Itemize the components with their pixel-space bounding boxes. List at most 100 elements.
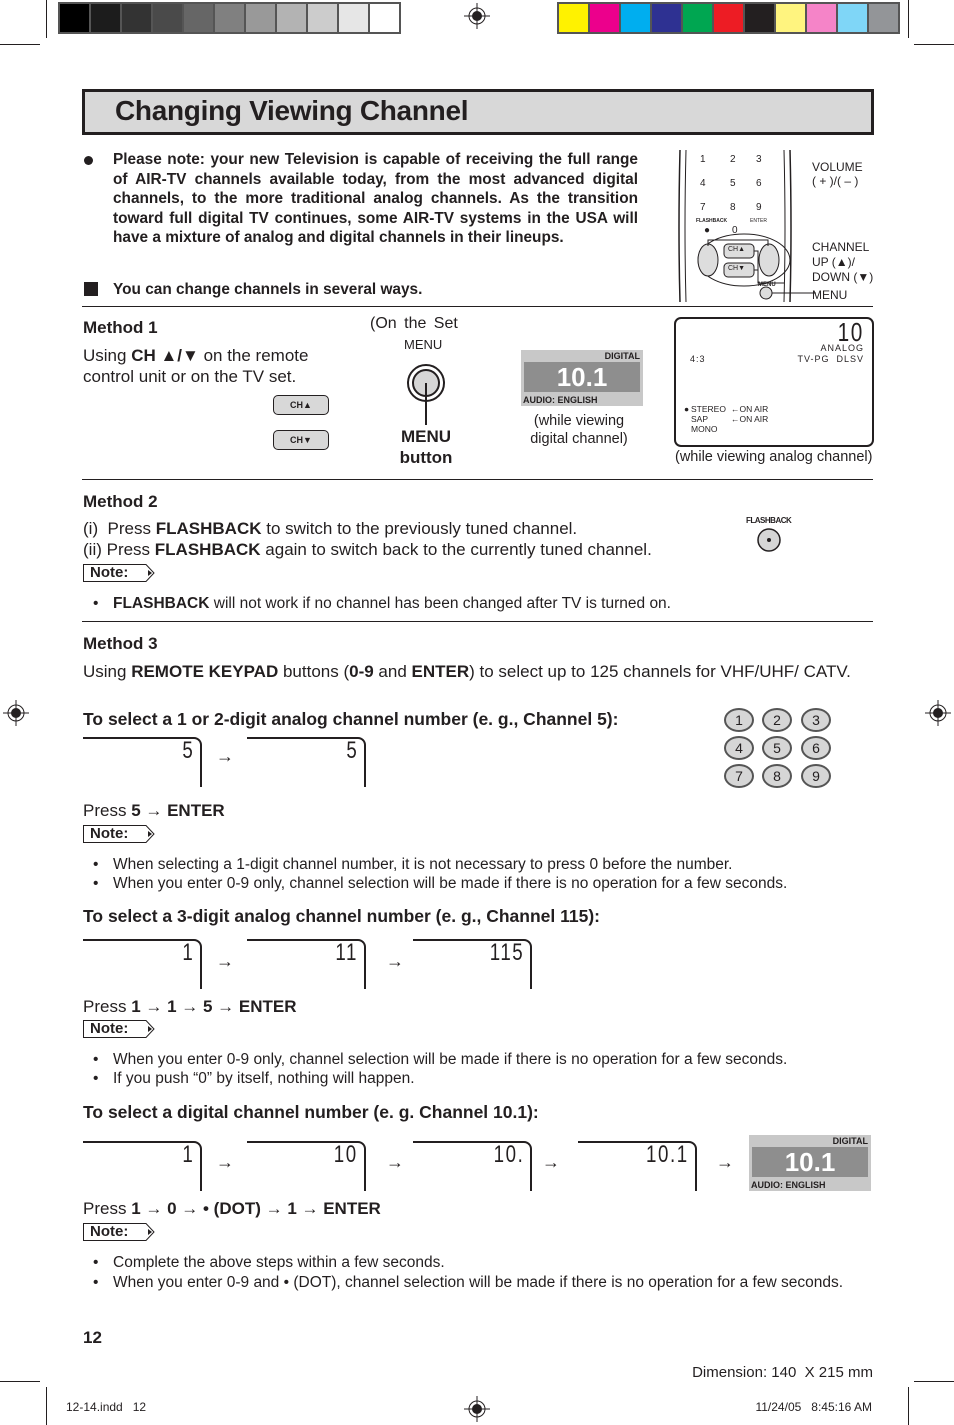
remote-key-7: 7: [700, 202, 706, 213]
digital-osd-channel: 10.1: [752, 1147, 868, 1177]
crop-mark: [0, 44, 40, 45]
channel-entry-screen: 115: [413, 939, 532, 989]
crop-mark: [914, 1381, 954, 1382]
note-tag: Note:: [83, 1020, 156, 1038]
keypad-4[interactable]: 4: [724, 736, 754, 760]
slug-file: 12-14.indd 12: [66, 1400, 147, 1414]
bullet-icon: [84, 156, 93, 165]
remote-key-0: 0: [732, 225, 738, 236]
arrow-icon: →: [542, 1152, 560, 1172]
grayscale-swatch: [246, 4, 275, 32]
keypad-5[interactable]: 5: [762, 736, 792, 760]
registration-mark-icon: [3, 700, 29, 726]
remote-ch-up: CH▲: [728, 246, 746, 253]
channel-entry-screen: 1: [83, 939, 202, 989]
keypad-6[interactable]: 6: [801, 736, 831, 760]
note-tag: Note:: [83, 825, 156, 843]
channel-entry-screen: 1: [83, 1141, 202, 1191]
registration-mark-icon: [464, 3, 490, 29]
method3-text: Using REMOTE KEYPAD buttons (0-9 and ENT…: [83, 662, 851, 681]
process-color-swatch: [869, 4, 898, 32]
note-arrow-icon: [134, 564, 156, 582]
channel-entry-screen: 10: [247, 1141, 366, 1191]
grayscale-swatch: [277, 4, 306, 32]
analog-osd-aspect: 4:3: [690, 354, 706, 364]
arrow-icon: →: [216, 746, 234, 766]
note-tag: Note:: [83, 564, 156, 582]
keypad-8[interactable]: 8: [762, 764, 792, 788]
process-color-swatch: [714, 4, 743, 32]
analog-osd-screen: 10 ANALOG 4:3 TV-PG DLSV ● STEREO ←ON AIR …: [674, 317, 874, 447]
process-color-swatch: [745, 4, 774, 32]
menu-button-caption: MENU button: [399, 427, 453, 467]
keypad-1[interactable]: 1: [724, 708, 754, 732]
grayscale-swatch: [215, 4, 244, 32]
analog-osd-audio-list: ● STEREO ←ON AIR SAP ←ON AIR MONO: [684, 404, 768, 434]
divider: [82, 306, 873, 307]
method2-heading: Method 2: [83, 492, 158, 511]
method1-text: Using CH ▲/▼ on the remote control unit …: [83, 346, 309, 386]
section3-heading: To select a digital channel number (e. g…: [83, 1102, 539, 1122]
process-color-swatch: [683, 4, 712, 32]
remote-key-8: 8: [730, 202, 736, 213]
registration-mark-icon: [464, 1396, 490, 1422]
page-number: 12: [83, 1328, 102, 1347]
channel-entry-screen: 11: [247, 939, 366, 989]
grayscale-swatch: [91, 4, 120, 32]
page-title: Changing Viewing Channel: [115, 95, 469, 126]
crop-mark: [914, 44, 954, 45]
grayscale-swatch: [153, 4, 182, 32]
crop-mark: [0, 1381, 40, 1382]
channel-entry-screen: 10.: [413, 1141, 532, 1191]
process-color-swatch: [559, 4, 588, 32]
digital-osd-type: DIGITAL: [832, 1136, 868, 1146]
method2-step2: (ii) Press FLASHBACK again to switch bac…: [83, 540, 652, 559]
grayscale-swatch: [60, 4, 89, 32]
grayscale-swatch: [184, 4, 213, 32]
keypad-9[interactable]: 9: [801, 764, 831, 788]
divider: [82, 621, 873, 622]
arrow-icon: →: [716, 1152, 734, 1172]
remote-key-6: 6: [756, 178, 762, 189]
dimension-label: Dimension: 140 X 215 mm: [692, 1364, 873, 1381]
divider: [82, 479, 873, 480]
menu-button-icon[interactable]: [405, 363, 447, 425]
flashback-button-icon[interactable]: [756, 527, 782, 553]
note-arrow-icon: [134, 1020, 156, 1038]
analog-osd-type: ANALOG: [820, 343, 864, 353]
digital-osd-channel: 10.1: [524, 362, 640, 392]
digital-osd-audio: AUDIO: ENGLISH: [523, 395, 598, 405]
ch-down-button[interactable]: CH▼: [273, 430, 329, 450]
remote-key-9: 9: [756, 202, 762, 213]
process-color-swatch: [776, 4, 805, 32]
keypad-2[interactable]: 2: [762, 708, 792, 732]
arrow-icon: →: [386, 1152, 404, 1172]
analog-osd-rating: TV-PG DLSV: [797, 354, 864, 364]
crop-mark: [908, 0, 909, 38]
keypad-7[interactable]: 7: [724, 764, 754, 788]
digital-caption: (while viewing digital channel): [530, 413, 628, 447]
grayscale-swatch: [370, 4, 399, 32]
section1-press: Press 5 → ENTER: [83, 801, 225, 820]
channel-up-callout: UP (▲)/: [812, 255, 855, 269]
process-color-swatch: [838, 4, 867, 32]
menu-callout: MENU: [812, 288, 848, 302]
keypad-3[interactable]: 3: [801, 708, 831, 732]
audio-row-stereo: ● STEREO ←ON AIR: [684, 404, 769, 414]
ch-up-button[interactable]: CH▲: [273, 395, 329, 415]
volume-callout-sub: ( + )/( – ): [812, 174, 859, 188]
arrow-icon: →: [216, 1152, 234, 1172]
grayscale-swatch: [339, 4, 368, 32]
digital-osd: DIGITAL 10.1 AUDIO: ENGLISH: [521, 350, 643, 406]
note-arrow-icon: [134, 825, 156, 843]
intro-ways: You can change channels in several ways.: [113, 281, 423, 298]
process-color-swatch: [807, 4, 836, 32]
remote-flashback-key: ●: [704, 225, 711, 236]
volume-callout: VOLUME: [812, 160, 863, 174]
channel-entry-screen: 10.1: [578, 1141, 697, 1191]
method1-heading: Method 1: [83, 318, 158, 337]
square-bullet-icon: [84, 282, 98, 296]
note-tag: Note:: [83, 1223, 156, 1241]
method2-step1: (i) Press FLASHBACK to switch to the pre…: [83, 519, 578, 538]
channel-down-callout: DOWN (▼): [812, 270, 874, 284]
